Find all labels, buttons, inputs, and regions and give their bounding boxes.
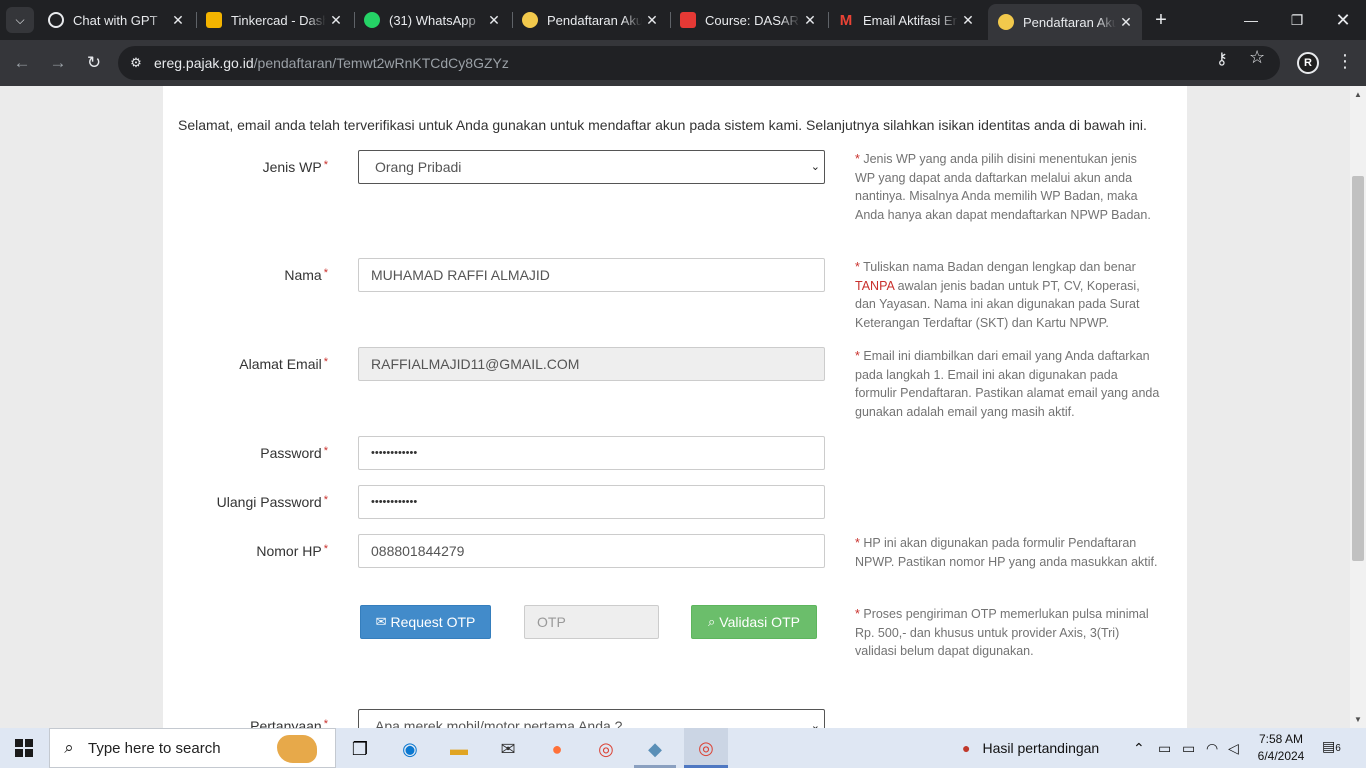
- close-icon[interactable]: ✕: [958, 12, 978, 29]
- nomor-hp-input[interactable]: 088801844279: [358, 534, 825, 568]
- password-key-icon[interactable]: ⚷: [1216, 49, 1228, 69]
- bookmark-star-icon[interactable]: ☆: [1249, 47, 1265, 68]
- forward-button[interactable]: →: [44, 49, 72, 77]
- restore-button[interactable]: ❐: [1274, 0, 1320, 40]
- weather-icon: ●: [962, 740, 971, 756]
- nama-label: Nama *: [284, 267, 328, 283]
- tray-chevron-icon[interactable]: ⌃: [1133, 728, 1145, 768]
- jenis-wp-label: Jenis WP *: [262, 159, 328, 175]
- search-icon: ⌕: [708, 614, 716, 629]
- back-button[interactable]: ←: [8, 49, 36, 77]
- tab-chat-with-gpt[interactable]: Chat with GPT ✕: [38, 4, 194, 36]
- close-icon[interactable]: ✕: [484, 12, 504, 29]
- nama-help: * Tuliskan nama Badan dengan lengkap dan…: [855, 260, 1140, 330]
- tab-email-aktifasi[interactable]: M Email Aktifasi Ereg ✕: [828, 4, 984, 36]
- chevron-down-icon: ⌄: [810, 161, 820, 173]
- system-clock[interactable]: 7:58 AM 6/4/2024: [1248, 731, 1314, 765]
- windows-logo-icon: [15, 739, 33, 757]
- password-input[interactable]: ••••••••••••: [358, 436, 825, 470]
- pertanyaan-label: Pertanyaan *: [250, 718, 328, 728]
- minimize-button[interactable]: —: [1228, 0, 1274, 40]
- tab-tinkercad[interactable]: Tinkercad - Dashboard ✕: [196, 4, 352, 36]
- validasi-otp-button[interactable]: ⌕ Validasi OTP: [691, 605, 817, 639]
- gmail-icon: M: [839, 11, 853, 29]
- close-icon[interactable]: ✕: [1116, 14, 1136, 31]
- network-icon[interactable]: ◠: [1206, 728, 1218, 768]
- site-settings-icon[interactable]: ⚙: [118, 55, 154, 71]
- new-tab-button[interactable]: +: [1150, 8, 1172, 32]
- url-text[interactable]: ereg.pajak.go.id/pendaftaran/Temwt2wRnKT…: [154, 55, 509, 71]
- scroll-up-icon[interactable]: ▲: [1350, 90, 1366, 99]
- mail-icon[interactable]: ✉: [488, 734, 528, 764]
- whatsapp-icon: [364, 12, 380, 28]
- email-help: * Email ini diambilkan dari email yang A…: [855, 349, 1160, 419]
- notification-center-icon[interactable]: ▤6: [1322, 738, 1344, 758]
- reload-button[interactable]: ↻: [80, 49, 108, 77]
- menu-kebab-icon[interactable]: ⋮: [1336, 51, 1354, 72]
- ulangi-password-label: Ulangi Password *: [216, 494, 328, 510]
- search-highlight-icon: [277, 735, 317, 763]
- page-scrollbar[interactable]: ▲ ▼: [1350, 86, 1366, 728]
- chrome-profile-icon[interactable]: ◎: [684, 728, 728, 768]
- email-label: Alamat Email *: [239, 356, 328, 372]
- tab-pendaftaran-akun-active[interactable]: Pendaftaran Akun ✕: [988, 4, 1142, 40]
- volume-icon[interactable]: ◁: [1228, 728, 1239, 768]
- address-bar[interactable]: ⚙ ereg.pajak.go.id/pendaftaran/Temwt2wRn…: [118, 46, 1280, 80]
- tinkercad-icon: [206, 12, 222, 28]
- otp-input[interactable]: OTP: [524, 605, 659, 639]
- file-explorer-icon[interactable]: ▬: [439, 734, 479, 764]
- weather-widget[interactable]: ● Hasil pertandingan: [962, 728, 1099, 768]
- page-viewport: Selamat, email anda telah terverifikasi …: [0, 86, 1350, 728]
- ulangi-password-input[interactable]: ••••••••••••: [358, 485, 825, 519]
- email-field[interactable]: RAFFIALMAJID11@GMAIL.COM: [358, 347, 825, 381]
- scroll-thumb[interactable]: [1352, 176, 1364, 561]
- tab-search-button[interactable]: ⌵: [6, 7, 34, 33]
- app-icon[interactable]: ◆: [635, 734, 675, 764]
- tab-course-dasar-pajak[interactable]: Course: DASAR PAJAK ✕: [670, 4, 826, 36]
- tab-whatsapp[interactable]: (31) WhatsApp ✕: [354, 4, 510, 36]
- chevron-down-icon: ⌄: [810, 720, 820, 728]
- chatgpt-icon: [48, 12, 64, 28]
- search-icon: ⌕: [64, 738, 74, 757]
- jenis-wp-select[interactable]: Orang Pribadi ⌄: [358, 150, 825, 184]
- firefox-icon[interactable]: ●: [537, 734, 577, 764]
- pertanyaan-select[interactable]: Apa merek mobil/motor pertama Anda ? ⌄: [358, 709, 825, 728]
- chevron-down-icon: ⌵: [15, 12, 25, 27]
- browser-tab-strip: ⌵ Chat with GPT ✕ Tinkercad - Dashboard …: [0, 0, 1366, 40]
- nama-input[interactable]: MUHAMAD RAFFI ALMAJID: [358, 258, 825, 292]
- nomor-hp-help: * HP ini akan digunakan pada formulir Pe…: [855, 536, 1158, 569]
- djp-icon: [998, 14, 1014, 30]
- task-view-icon[interactable]: ❐: [340, 734, 380, 764]
- close-window-button[interactable]: ✕: [1320, 0, 1366, 40]
- close-icon[interactable]: ✕: [326, 12, 346, 29]
- windows-taskbar: ⌕ Type here to search ❐ ◉ ▬ ✉ ● ◎ ◆ ◎ ● …: [0, 728, 1366, 768]
- jenis-wp-help: * Jenis WP yang anda pilih disini menent…: [855, 152, 1151, 222]
- edge-icon[interactable]: ◉: [390, 734, 430, 764]
- battery-icon[interactable]: ▭: [1182, 728, 1195, 768]
- browser-toolbar: ← → ↻ ⚙ ereg.pajak.go.id/pendaftaran/Tem…: [0, 40, 1366, 86]
- otp-help: * Proses pengiriman OTP memerlukan pulsa…: [855, 607, 1149, 658]
- close-icon[interactable]: ✕: [642, 12, 662, 29]
- meet-icon[interactable]: ▭: [1158, 728, 1171, 768]
- request-otp-button[interactable]: ✉ Request OTP: [360, 605, 491, 639]
- taskbar-search-box[interactable]: ⌕ Type here to search: [49, 728, 336, 768]
- nomor-hp-label: Nomor HP *: [256, 543, 328, 559]
- close-icon[interactable]: ✕: [168, 12, 188, 29]
- start-button[interactable]: [0, 728, 48, 768]
- registration-form-card: Selamat, email anda telah terverifikasi …: [163, 86, 1187, 728]
- profile-avatar[interactable]: R: [1297, 52, 1319, 74]
- course-icon: [680, 12, 696, 28]
- envelope-icon: ✉: [375, 614, 387, 629]
- close-icon[interactable]: ✕: [800, 12, 820, 29]
- password-label: Password *: [260, 445, 328, 461]
- tab-pendaftaran-akun-1[interactable]: Pendaftaran Akun ✕: [512, 4, 668, 36]
- djp-icon: [522, 12, 538, 28]
- scroll-down-icon[interactable]: ▼: [1350, 715, 1366, 724]
- intro-text: Selamat, email anda telah terverifikasi …: [178, 117, 1147, 133]
- chrome-icon[interactable]: ◎: [586, 734, 626, 764]
